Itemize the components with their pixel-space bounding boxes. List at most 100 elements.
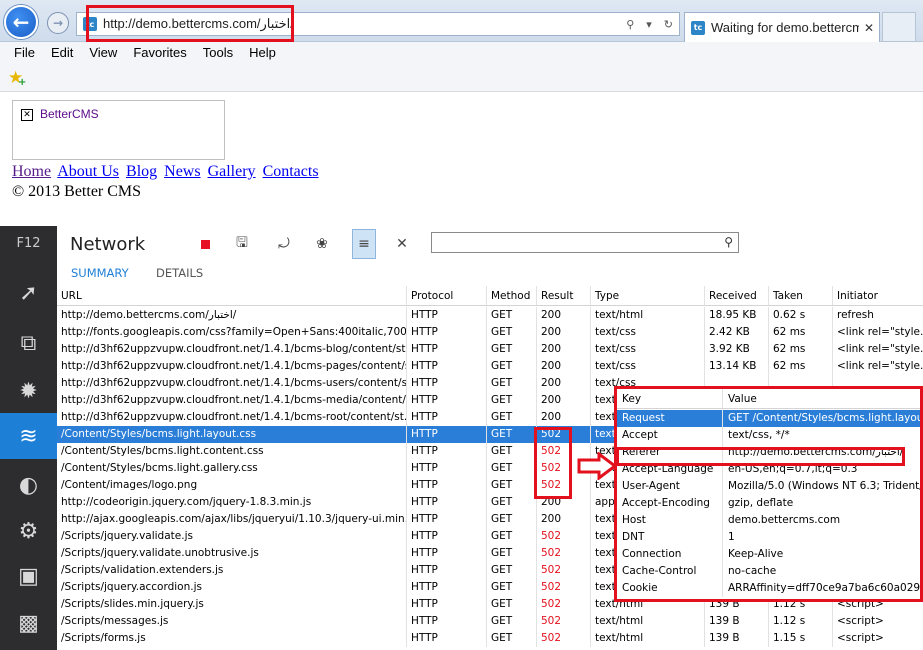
column-header[interactable]: URL <box>57 286 407 305</box>
header-row[interactable]: Host demo.bettercms.com <box>617 512 920 529</box>
tab-details[interactable]: DETAILS <box>156 266 203 280</box>
request-result: 502 <box>537 596 591 613</box>
table-row[interactable]: /Scripts/forms.js HTTP GET 502 text/html 139 … <box>57 630 923 647</box>
request-url: /Scripts/validation.extenders.js <box>57 562 407 579</box>
forward-button[interactable]: → <box>47 12 69 34</box>
browser-tab[interactable]: tc Waiting for demo.bettercms... ✕ <box>684 12 880 42</box>
search-icon[interactable]: ⚲ <box>626 18 634 31</box>
request-url: /Scripts/slides.min.jquery.js <box>57 596 407 613</box>
request-type: text/html <box>591 307 705 324</box>
request-method: GET <box>487 613 537 630</box>
f12-label: F12 <box>16 236 41 251</box>
header-row[interactable]: Cookie ARRAffinity=dff70ce9a7ba6c60a02993… <box>617 580 923 597</box>
tab-summary[interactable]: SUMMARY <box>71 266 129 280</box>
nav-link-about[interactable]: About Us <box>57 163 119 180</box>
debugger-tool[interactable]: ✹ <box>0 368 57 414</box>
column-header[interactable]: Received <box>705 286 769 305</box>
tab-title: Waiting for demo.bettercms... <box>711 20 859 35</box>
header-row[interactable]: User-Agent Mozilla/5.0 (Windows NT 6.3; T… <box>617 478 920 495</box>
refresh-icon[interactable]: ↻ <box>664 18 673 31</box>
nav-link-blog[interactable]: Blog <box>126 163 157 180</box>
header-row[interactable]: Connection Keep-Alive <box>617 546 920 563</box>
menu-favorites[interactable]: Favorites <box>133 45 186 60</box>
nav-link-gallery[interactable]: Gallery <box>208 163 256 180</box>
stop-icon <box>200 239 210 249</box>
request-received: 139 B <box>705 613 769 630</box>
close-devtools-button[interactable]: ✕ <box>392 234 412 254</box>
menu-edit[interactable]: Edit <box>51 45 73 60</box>
request-protocol: HTTP <box>407 596 487 613</box>
table-row[interactable]: http://demo.bettercms.com/اختبار/HTTP GET… <box>57 307 923 324</box>
header-row[interactable]: DNT 1 <box>617 529 920 546</box>
request-result: 200 <box>537 358 591 375</box>
table-row[interactable]: /Scripts/messages.js HTTP GET 502 text/html 1… <box>57 613 923 630</box>
memory-tool[interactable]: ▣ <box>0 553 57 599</box>
ui-responsiveness-tool[interactable]: ◐ <box>0 462 57 508</box>
request-method: GET <box>487 460 537 477</box>
clear-on-navigate-toggle[interactable]: ≡ <box>352 229 376 259</box>
column-header[interactable]: Initiator <box>833 286 923 305</box>
dom-explorer-tool[interactable]: ➚ <box>0 270 57 316</box>
filter-input[interactable]: ⚲ <box>431 232 739 253</box>
nav-link-contacts[interactable]: Contacts <box>263 163 319 180</box>
emulation-tool[interactable]: ▩ <box>0 600 57 646</box>
dropdown-icon[interactable]: ▾ <box>646 18 652 31</box>
console-tool[interactable]: ⧉ <box>0 320 57 366</box>
request-received: 13.14 KB <box>705 358 769 375</box>
back-button[interactable]: ← <box>4 5 38 39</box>
request-protocol: HTTP <box>407 477 487 494</box>
browser-chrome: ← → tc http://demo.bettercms.com/اختبار/… <box>0 0 923 92</box>
column-header[interactable]: Taken <box>769 286 833 305</box>
header-row[interactable]: Accept text/css, */* <box>617 427 920 444</box>
request-type: text/css <box>591 324 705 341</box>
column-header[interactable]: Result <box>537 286 591 305</box>
stop-capture-button[interactable] <box>195 234 215 254</box>
request-method: GET <box>487 477 537 494</box>
referer-highlight-box <box>616 447 905 466</box>
menu-tools[interactable]: Tools <box>203 45 233 60</box>
request-taken: 1.15 s <box>769 630 833 647</box>
header-value: ARRAffinity=dff70ce9a7ba6c60a029936 <box>728 582 923 594</box>
column-header[interactable]: Protocol <box>407 286 487 305</box>
menu-file[interactable]: File <box>14 45 35 60</box>
header-key: Accept-Encoding <box>617 495 723 512</box>
nav-link-news[interactable]: News <box>164 163 200 180</box>
nav-link-home[interactable]: Home <box>12 163 51 180</box>
header-value: gzip, deflate <box>728 497 794 509</box>
request-result: 502 <box>537 579 591 596</box>
url-highlight-box <box>86 5 294 42</box>
request-url: http://ajax.googleapis.com/ajax/libs/jqu… <box>57 511 407 528</box>
request-protocol: HTTP <box>407 494 487 511</box>
menu-view[interactable]: View <box>89 45 117 60</box>
header-row[interactable]: Cache-Control no-cache <box>617 563 920 580</box>
request-method: GET <box>487 324 537 341</box>
request-initiator: <script> <box>837 632 884 644</box>
new-tab-button[interactable] <box>882 12 916 42</box>
menu-help[interactable]: Help <box>249 45 276 60</box>
table-row[interactable]: http://fonts.googleapis.com/css?family=O… <box>57 324 923 341</box>
request-taken: 62 ms <box>769 324 833 341</box>
header-row[interactable]: Request GET /Content/Styles/bcms.light.la… <box>617 410 920 427</box>
export-button[interactable]: 🖫 <box>232 234 252 254</box>
close-tab-icon[interactable]: ✕ <box>859 21 879 35</box>
table-row[interactable]: http://d3hf62uppzvupw.cloudfront.net/1.4… <box>57 358 923 375</box>
header-row[interactable]: Accept-Encoding gzip, deflate <box>617 495 920 512</box>
request-received: 2.42 KB <box>705 324 769 341</box>
column-header[interactable]: Type <box>591 286 705 305</box>
request-initiator: <link rel="style... <box>837 360 923 372</box>
table-row[interactable]: http://d3hf62uppzvupw.cloudfront.net/1.4… <box>57 341 923 358</box>
column-header[interactable]: Key <box>617 389 723 408</box>
column-header[interactable]: Method <box>487 286 537 305</box>
gear-icon: ⚙ <box>18 518 39 544</box>
request-result: 502 <box>537 613 591 630</box>
network-tool[interactable]: ≋ <box>0 413 57 459</box>
profiler-tool[interactable]: ⚙ <box>0 508 57 554</box>
request-result: 200 <box>537 511 591 528</box>
request-protocol: HTTP <box>407 511 487 528</box>
camera-icon: ▣ <box>18 563 39 589</box>
request-result: 200 <box>537 324 591 341</box>
request-url: http://d3hf62uppzvupw.cloudfront.net/1.4… <box>57 341 407 358</box>
clear-entries-button[interactable]: ⤾ <box>274 234 294 254</box>
clear-cache-button[interactable]: ❀ <box>312 234 332 254</box>
logo-box[interactable]: ✕ BetterCMS <box>12 100 225 160</box>
